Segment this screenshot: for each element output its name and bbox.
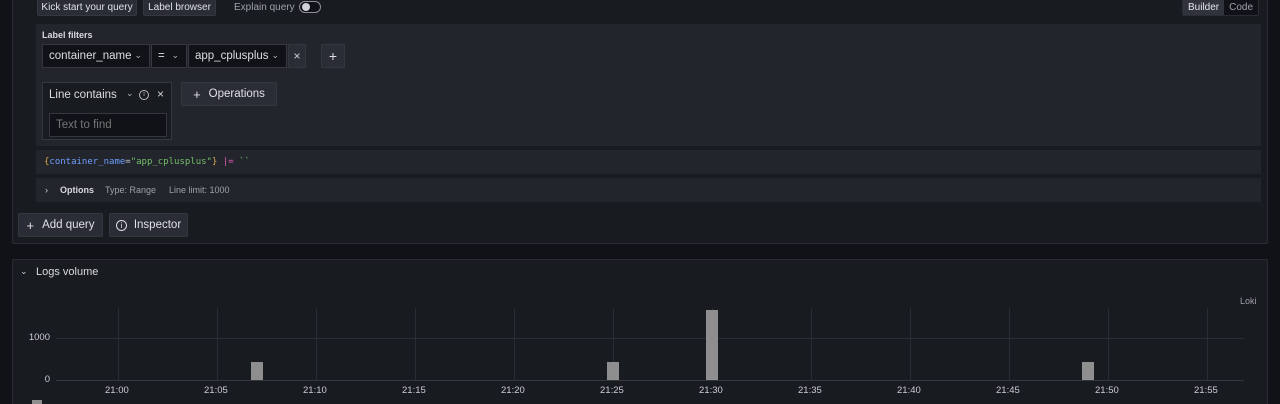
- query-string: ``: [239, 157, 250, 167]
- explain-query-label: Explain query: [234, 2, 295, 13]
- operator-select[interactable]: = ⌄: [151, 44, 187, 68]
- logs-volume-panel: [12, 259, 1268, 404]
- operations-button[interactable]: + Operations: [181, 82, 277, 106]
- label-value-select[interactable]: app_cplusplus ⌄: [188, 44, 287, 68]
- toggle-knob: [302, 3, 310, 11]
- add-query-label: Add query: [42, 219, 95, 231]
- query-label-key: container_name: [49, 157, 126, 167]
- chevron-down-icon[interactable]: ⌄: [20, 266, 28, 277]
- close-icon[interactable]: ×: [157, 87, 164, 101]
- line-filter-operation: Line contains ⌄ i ×: [42, 82, 172, 140]
- inspector-label: Inspector: [133, 219, 182, 231]
- plus-icon: +: [193, 86, 201, 102]
- operator-value: =: [158, 50, 165, 62]
- label-browser-button[interactable]: Label browser: [143, 0, 216, 16]
- plus-icon: +: [26, 217, 35, 233]
- builder-mode-tab[interactable]: Builder: [1183, 0, 1225, 15]
- close-icon: ×: [293, 49, 301, 63]
- label-name-select[interactable]: container_name ⌄: [42, 44, 150, 68]
- remove-label-filter-button[interactable]: ×: [288, 44, 306, 68]
- datasource-label: Loki: [1240, 296, 1257, 306]
- chevron-down-icon: ⌄: [134, 50, 142, 60]
- label-value-value: app_cplusplus: [195, 50, 269, 62]
- code-mode-tab[interactable]: Code: [1224, 0, 1258, 15]
- options-type: Type: Range: [105, 185, 157, 195]
- info-icon: i: [115, 219, 127, 231]
- query-label-value: "app_cplusplus": [130, 157, 212, 167]
- info-icon[interactable]: i: [139, 90, 149, 100]
- logs-volume-title[interactable]: Logs volume: [36, 266, 98, 278]
- legend-swatch: [32, 400, 42, 404]
- kick-start-button[interactable]: Kick start your query: [37, 0, 137, 16]
- label-filters-title: Label filters: [42, 30, 93, 40]
- add-label-filter-button[interactable]: +: [321, 44, 345, 68]
- label-name-value: container_name: [49, 50, 132, 62]
- raw-query-preview: {container_name="app_cplusplus"} |= ``: [36, 150, 1261, 174]
- line-filter-text-input[interactable]: [49, 113, 167, 137]
- editor-mode-switch: Builder Code: [1182, 0, 1260, 16]
- plus-icon: +: [328, 48, 338, 64]
- chevron-down-icon[interactable]: ⌄: [126, 88, 134, 99]
- add-query-button[interactable]: + Add query: [18, 213, 103, 237]
- inspector-button[interactable]: i Inspector: [109, 213, 188, 237]
- query-pipe-operator: |=: [217, 157, 240, 167]
- chevron-down-icon: ⌄: [271, 50, 279, 60]
- options-row[interactable]: › Options Type: Range Line limit: 1000: [36, 178, 1261, 202]
- chevron-right-icon: ›: [45, 185, 48, 195]
- line-filter-type[interactable]: Line contains: [49, 89, 117, 101]
- chevron-down-icon: ⌄: [171, 50, 179, 60]
- operations-label: Operations: [208, 88, 265, 100]
- options-line-limit: Line limit: 1000: [169, 185, 230, 195]
- query-editor-page: Kick start your query Label browser Expl…: [0, 0, 1280, 404]
- explain-query-toggle[interactable]: [299, 1, 321, 13]
- options-title: Options: [60, 185, 94, 195]
